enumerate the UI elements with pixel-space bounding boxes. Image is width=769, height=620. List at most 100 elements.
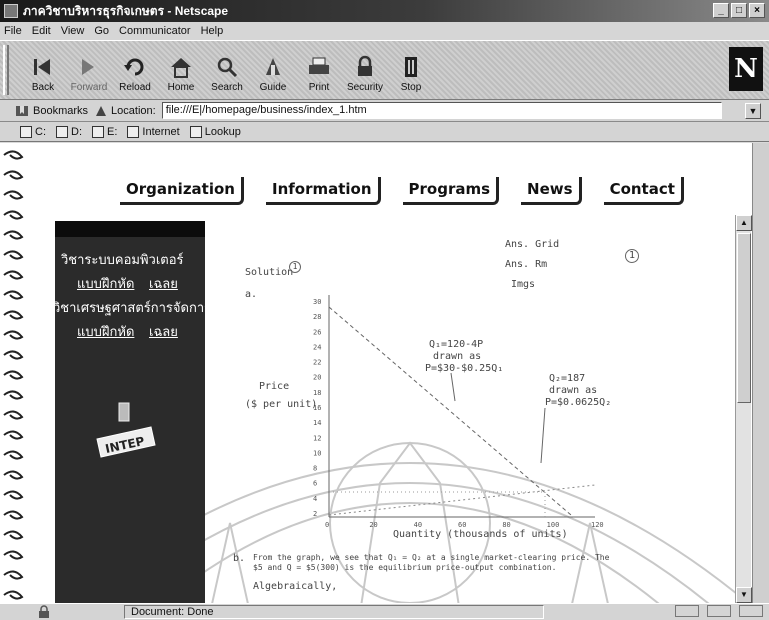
back-button[interactable]: Back [22, 47, 64, 95]
x-tick-label: 120 [591, 521, 604, 529]
window-titlebar: ภาควิชาบริหารธุรกิจเกษตร - Netscape _ □ … [0, 0, 769, 22]
url-input[interactable]: file:///E|/homepage/business/index_1.htm [161, 102, 722, 119]
y-tick-label: 14 [313, 419, 321, 427]
course2-heading: วิชาเศรษฐศาสตร์การจัดการ [53, 301, 212, 316]
home-label: Home [167, 82, 195, 93]
close-button[interactable]: × [749, 3, 765, 18]
composer-component-icon[interactable] [739, 605, 763, 617]
location-bar: Bookmarks Location: file:///E|/homepage/… [0, 100, 769, 122]
y-tick-label: 18 [313, 389, 321, 397]
x-tick-label: 100 [547, 521, 560, 529]
personal-link-lookup[interactable]: Lookup [189, 125, 241, 138]
menu-edit[interactable]: Edit [32, 25, 51, 37]
y-axis-label: Price [259, 381, 290, 392]
x-tick-label: 60 [458, 521, 466, 529]
forward-button[interactable]: Forward [68, 47, 110, 95]
netscape-app-icon [4, 4, 18, 18]
bookmarks-button[interactable]: Bookmarks [14, 104, 88, 118]
nav-contact[interactable]: Contact [603, 177, 684, 205]
maximize-button[interactable]: □ [731, 3, 747, 18]
menu-go[interactable]: Go [94, 25, 109, 37]
scroll-thumb[interactable] [737, 233, 751, 403]
scroll-up-arrow[interactable]: ▲ [736, 215, 752, 231]
menu-bar: File Edit View Go Communicator Help [0, 22, 769, 40]
search-button[interactable]: Search [206, 47, 248, 95]
course1-heading: วิชาระบบคอมพิวเตอร์ [61, 253, 184, 268]
navigator-component-icon[interactable] [675, 605, 699, 617]
menu-help[interactable]: Help [201, 25, 224, 37]
course2-answer-link[interactable]: เฉลย [149, 321, 178, 342]
personal-link-d[interactable]: D: [56, 125, 82, 138]
spiral-binding-decoration [3, 150, 24, 600]
print-label: Print [308, 82, 330, 93]
security-button[interactable]: Security [344, 47, 386, 95]
y-axis-unit: ($ per unit) [245, 399, 318, 410]
y-tick-label: 2 [313, 510, 317, 518]
home-button[interactable]: Home [160, 47, 202, 95]
annotation-pointer-2 [540, 407, 546, 464]
part-b-label: b. [233, 553, 246, 564]
site-nav: Organization Information Programs News C… [120, 177, 684, 205]
navigation-toolbar: Back Forward Reload Home Search Guide Pr… [0, 40, 769, 100]
supply-annotation-2: drawn as [549, 385, 598, 396]
course-sidebar: วิชาระบบคอมพิวเตอร์ แบบฝึกหัด เฉลย วิชาเ… [53, 221, 211, 603]
y-tick-label: 20 [313, 374, 321, 382]
y-tick-label: 26 [313, 328, 321, 336]
reload-label: Reload [119, 82, 151, 93]
part-b-text: From the graph, we see that Q₁ = Q₂ at a… [253, 553, 610, 572]
drive-icon [20, 125, 32, 138]
component-bar [675, 605, 763, 617]
supply-line [328, 484, 596, 516]
back-arrow-icon [34, 59, 50, 75]
x-tick-label: 20 [369, 521, 377, 529]
supply-annotation-1: Q₂=187 [549, 373, 586, 384]
security-label: Security [346, 82, 384, 93]
back-label: Back [31, 82, 55, 93]
netscape-logo[interactable]: N [729, 47, 763, 91]
url-dropdown-button[interactable]: ▼ [745, 103, 761, 119]
location-label: Location: [111, 104, 156, 117]
folder-icon [189, 125, 202, 138]
forward-label: Forward [70, 82, 108, 93]
y-tick-label: 12 [313, 434, 321, 442]
toolbar-grip[interactable] [3, 45, 9, 95]
scroll-down-arrow[interactable]: ▼ [736, 587, 752, 603]
solution-document: Solution 1 Ans. Grid Ans. Rm Imgs 1 a. 3… [215, 223, 735, 593]
nav-organization[interactable]: Organization [120, 177, 244, 205]
x-ticks: 0 20 40 60 80 100 120 [325, 521, 604, 529]
home-icon [171, 58, 191, 78]
personal-link-e[interactable]: E: [92, 125, 117, 138]
menu-view[interactable]: View [61, 25, 85, 37]
vertical-scrollbar[interactable]: ▲ ▼ [735, 215, 752, 603]
course2-exercise-link[interactable]: แบบฝึกหัด [77, 321, 134, 342]
guide-button[interactable]: Guide [252, 47, 294, 95]
demand-annotation-2: drawn as [433, 351, 482, 362]
algebraically-text: Algebraically, [253, 581, 338, 592]
security-status-icon[interactable] [34, 605, 54, 619]
personal-link-c[interactable]: C: [20, 125, 46, 138]
guide-label: Guide [259, 82, 287, 93]
personal-link-label: Internet [142, 125, 180, 138]
course1-exercise-link[interactable]: แบบฝึกหัด [77, 273, 134, 294]
mail-component-icon[interactable] [707, 605, 731, 617]
page-proxy-icon[interactable] [94, 104, 108, 118]
nav-news[interactable]: News [521, 177, 582, 205]
menu-communicator[interactable]: Communicator [119, 25, 191, 37]
nav-programs[interactable]: Programs [402, 177, 500, 205]
page-content: Organization Information Programs News C… [0, 143, 752, 603]
minimize-button[interactable]: _ [713, 3, 729, 18]
stop-label: Stop [400, 82, 422, 93]
stop-button[interactable]: Stop [390, 47, 432, 95]
personal-link-internet[interactable]: Internet [127, 125, 180, 138]
print-button[interactable]: Print [298, 47, 340, 95]
personal-link-label: D: [71, 125, 82, 138]
lock-icon [358, 55, 372, 76]
demand-annotation-3: P=$30-$0.25Q₁ [425, 363, 504, 374]
x-tick-label: 80 [502, 521, 510, 529]
intep-logo: INTEP [96, 402, 156, 458]
reload-button[interactable]: Reload [114, 47, 156, 95]
course1-answer-link[interactable]: เฉลย [149, 273, 178, 294]
menu-file[interactable]: File [4, 25, 22, 37]
y-tick-label: 22 [313, 359, 321, 367]
nav-information[interactable]: Information [265, 177, 381, 205]
